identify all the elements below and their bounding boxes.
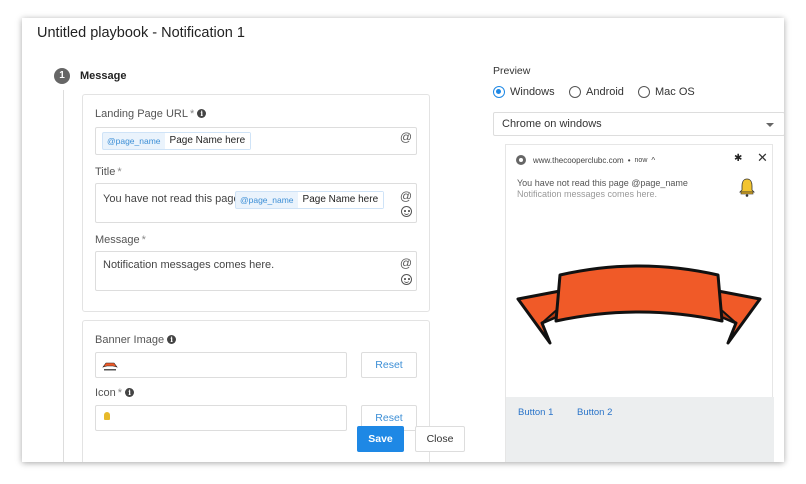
notification-button-2[interactable]: Button 2: [577, 407, 612, 418]
notification-header: www.thecooperclubc.com • now ^: [516, 155, 655, 165]
banner-image-label: Banner Image i: [95, 334, 177, 346]
radio-checked-icon[interactable]: [493, 86, 505, 98]
chevron-up-icon: ^: [651, 155, 656, 165]
info-icon: i: [167, 335, 177, 344]
dialog-title: Untitled playbook - Notification 1: [37, 25, 245, 41]
notification-button-1[interactable]: Button 1: [518, 407, 553, 418]
mention-at-icon[interactable]: @: [400, 190, 412, 202]
info-icon: i: [125, 388, 135, 397]
emoji-icon[interactable]: [401, 206, 412, 217]
step-connector-line: [63, 90, 64, 462]
step-title: Message: [80, 70, 127, 82]
message-label: Message *: [95, 234, 146, 246]
page-name-chip[interactable]: @page_name Page Name here: [235, 191, 385, 209]
banner-ribbon-image: [516, 264, 762, 345]
icon-input[interactable]: [95, 405, 347, 431]
mention-at-icon[interactable]: @: [400, 257, 412, 269]
bell-icon: [739, 178, 755, 197]
mention-at-icon[interactable]: @: [400, 131, 412, 143]
emoji-icon[interactable]: [401, 274, 412, 285]
banner-thumbnail-icon: [102, 362, 118, 371]
radio-icon[interactable]: [638, 86, 650, 98]
preview-label: Preview: [493, 65, 531, 77]
step-number: 1: [54, 68, 70, 84]
radio-icon[interactable]: [569, 86, 581, 98]
landing-url-label: Landing Page URL * i: [95, 108, 207, 120]
title-label: Title *: [95, 166, 122, 178]
icon-label: Icon * i: [95, 387, 135, 399]
message-text: Notification messages comes here.: [103, 259, 275, 271]
save-button[interactable]: Save: [357, 426, 404, 452]
gear-icon[interactable]: ✱: [734, 153, 742, 164]
notification-site: www.thecooperclubc.com: [533, 155, 624, 165]
page-name-chip[interactable]: @page_name Page Name here: [102, 132, 252, 150]
close-button[interactable]: Close: [415, 426, 465, 452]
dot-separator: •: [627, 155, 631, 165]
banner-reset-button[interactable]: Reset: [361, 352, 417, 378]
title-input[interactable]: You have not read this page @page_name P…: [95, 183, 417, 223]
message-input[interactable]: Notification messages comes here. @: [95, 251, 417, 291]
message-card: Landing Page URL * i @page_name Page Name …: [82, 94, 430, 312]
info-icon: i: [197, 109, 207, 118]
chevron-down-icon: [766, 123, 774, 127]
platform-radio-macos[interactable]: Mac OS: [638, 86, 695, 98]
platform-radio-android[interactable]: Android: [569, 86, 624, 98]
browser-select[interactable]: Chrome on windows: [493, 112, 784, 136]
landing-url-input[interactable]: @page_name Page Name here @: [95, 127, 417, 155]
notification-preview: www.thecooperclubc.com • now ^ ✱ ✕ You h…: [505, 144, 774, 462]
notification-body: Notification messages comes here.: [517, 189, 658, 199]
chrome-icon: [516, 155, 526, 165]
title-text: You have not read this page: [103, 193, 240, 205]
close-icon[interactable]: ✕: [757, 150, 768, 166]
notification-title: You have not read this page @page_name: [517, 178, 688, 188]
notification-dialog: Untitled playbook - Notification 1 1 Mes…: [22, 18, 784, 462]
platform-radio-windows[interactable]: Windows: [493, 86, 555, 98]
bell-thumbnail-icon: [104, 412, 110, 420]
notification-time: now: [634, 156, 648, 164]
banner-image-input[interactable]: [95, 352, 347, 378]
